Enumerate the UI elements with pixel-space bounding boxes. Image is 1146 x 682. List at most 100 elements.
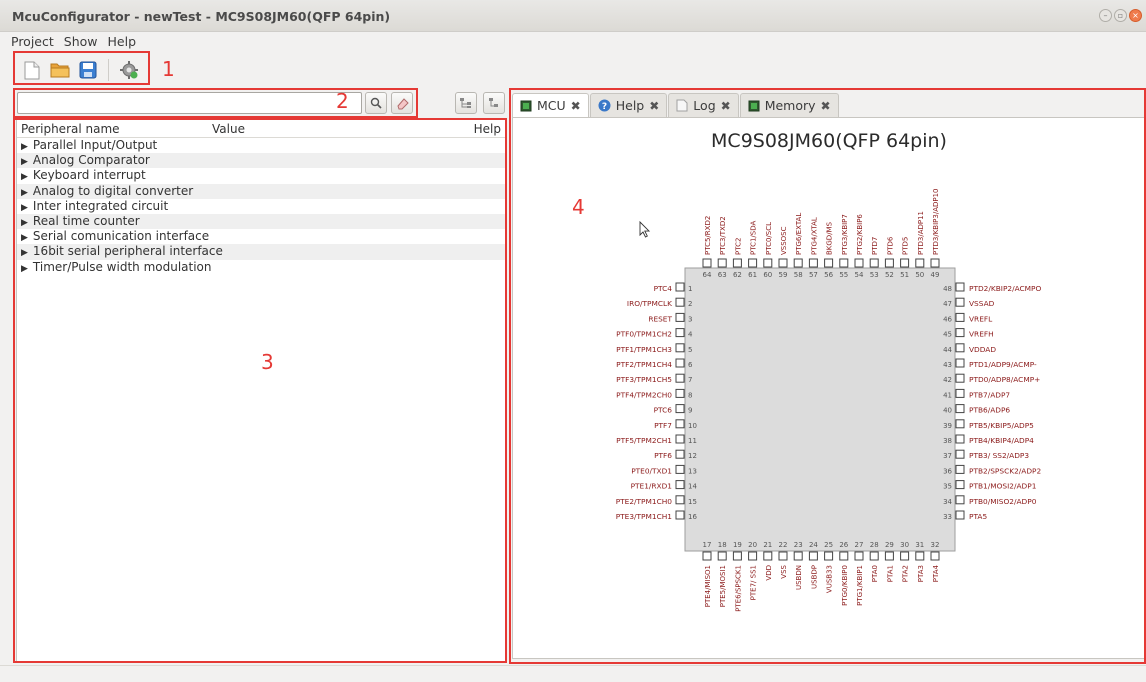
pin-number: 4 [688,331,693,339]
tree-row-label: 16bit serial peripheral interface [32,244,223,259]
pin-label: PTD7 [871,237,879,255]
pin-label: PTA4 [932,564,940,582]
expand-arrow-icon[interactable]: ▶ [21,248,28,258]
pin-label: PTG2/KBIP6 [856,214,864,255]
pin-pad [930,551,940,561]
tree-row[interactable]: ▶ Parallel Input/Output [17,138,505,153]
close-window-button[interactable]: × [1129,9,1142,22]
pin-label: PTE1/RXD1 [631,482,673,491]
pin-number: 2 [688,300,692,308]
pin-pad [854,551,864,561]
chip-title: MC9S08JM60(QFP 64pin) [711,130,947,152]
pin-label: PTB7/ADP7 [969,390,1010,399]
tree-row[interactable]: ▶ Analog to digital converter [17,183,505,199]
pin-number: 39 [943,422,952,430]
pin-label: PTD3/ADP11 [917,211,925,255]
pin-number: 34 [943,498,952,506]
tree-row[interactable]: ▶ Keyboard interrupt [17,168,505,183]
close-tab-icon[interactable]: ✖ [571,99,581,113]
new-file-icon [24,61,40,79]
pin-number: 46 [943,315,952,323]
tab-log[interactable]: Log ✖ [668,93,739,117]
tree-row[interactable]: ▶ Real time counter [17,213,505,230]
pin-number: 41 [943,391,952,399]
expand-arrow-icon[interactable]: ▶ [21,233,28,243]
clear-search-button[interactable] [391,92,413,114]
header-value[interactable]: Value [212,122,245,136]
pin-number: 47 [943,300,952,308]
maximize-button[interactable]: ▫ [1114,9,1127,22]
pin-number: 58 [794,271,803,279]
pin-number: 13 [688,467,697,475]
pin-label: PTG4/XTAL [810,217,818,255]
menu-project[interactable]: Project [11,32,54,52]
pin-pad [955,343,965,353]
pin-label: VREFH [969,330,994,339]
tree-row-label: Timer/Pulse width modulation [32,259,212,274]
expand-arrow-icon[interactable]: ▶ [21,188,28,198]
generate-button[interactable] [119,60,139,80]
tab-memory[interactable]: Memory ✖ [739,93,839,117]
tree-row-label: Keyboard interrupt [32,168,146,183]
expand-arrow-icon[interactable]: ▶ [21,142,28,152]
pin-pad [808,258,818,268]
pin-pad [675,312,685,322]
tab-mcu[interactable]: MCU ✖ [512,93,589,117]
pin-label: PTF7 [654,421,672,430]
menu-show[interactable]: Show [64,32,98,52]
pin-number: 17 [703,541,712,549]
expand-arrow-icon[interactable]: ▶ [21,218,28,228]
expand-arrow-icon[interactable]: ▶ [21,203,28,213]
pin-pad [793,551,803,561]
pin-label: PTD6 [886,236,894,255]
tree-row[interactable]: ▶ Serial comunication interface [17,229,505,244]
expand-arrow-icon[interactable]: ▶ [21,264,28,274]
pin-label: USBDP [810,565,818,589]
open-button[interactable] [50,60,70,80]
pin-label: RESET [648,314,672,323]
pin-pad [854,258,864,268]
pin-number: 23 [794,541,803,549]
tree-row[interactable]: ▶ 16bit serial peripheral interface [17,244,505,260]
pin-label: PTA0 [871,565,879,582]
tree-row[interactable]: ▶ Inter integrated circuit [17,199,505,214]
pin-label: IRO/TPMCLK [627,299,672,308]
minimize-button[interactable]: – [1099,9,1112,22]
close-tab-icon[interactable]: ✖ [821,99,831,113]
pin-label: PTF3/TPM1CH5 [616,375,672,384]
pin-number: 60 [763,271,772,279]
collapse-all-button[interactable] [483,92,505,114]
new-file-button[interactable] [22,60,42,80]
expand-arrow-icon[interactable]: ▶ [21,157,28,167]
pin-pad [702,551,712,561]
close-tab-icon[interactable]: ✖ [649,99,659,113]
pin-number: 30 [900,541,909,549]
expand-tree-icon [460,98,471,108]
search-button[interactable] [365,92,387,114]
menu-help[interactable]: Help [108,32,137,52]
header-help[interactable]: Help [474,122,501,136]
header-peripheral-name[interactable]: Peripheral name [21,122,120,136]
pin-pad [717,258,727,268]
close-tab-icon[interactable]: ✖ [721,99,731,113]
pin-label: PTA5 [969,512,987,521]
pin-pad [675,434,685,444]
pin-number: 52 [885,271,894,279]
search-input[interactable] [17,92,362,114]
save-icon [79,61,97,79]
tab-label: Help [615,98,645,113]
tree-row[interactable]: ▶ Timer/Pulse width modulation [17,260,505,275]
pin-number: 14 [688,483,697,491]
tree-row[interactable]: ▶ Analog Comparator [17,153,505,169]
window-controls: – ▫ × [1099,9,1142,22]
tree-row-label: Serial comunication interface [32,229,210,244]
pin-label: BKGD/MS [826,221,834,255]
pin-number: 21 [763,541,772,549]
save-button[interactable] [78,60,98,80]
expand-all-button[interactable] [455,92,477,114]
peripheral-tree-panel: Peripheral name Value Help ▶ Parallel Inp… [16,119,506,662]
tab-label: Log [693,98,716,113]
expand-arrow-icon[interactable]: ▶ [21,172,28,182]
tab-help[interactable]: ? Help ✖ [589,93,668,117]
pin-pad [869,258,879,268]
